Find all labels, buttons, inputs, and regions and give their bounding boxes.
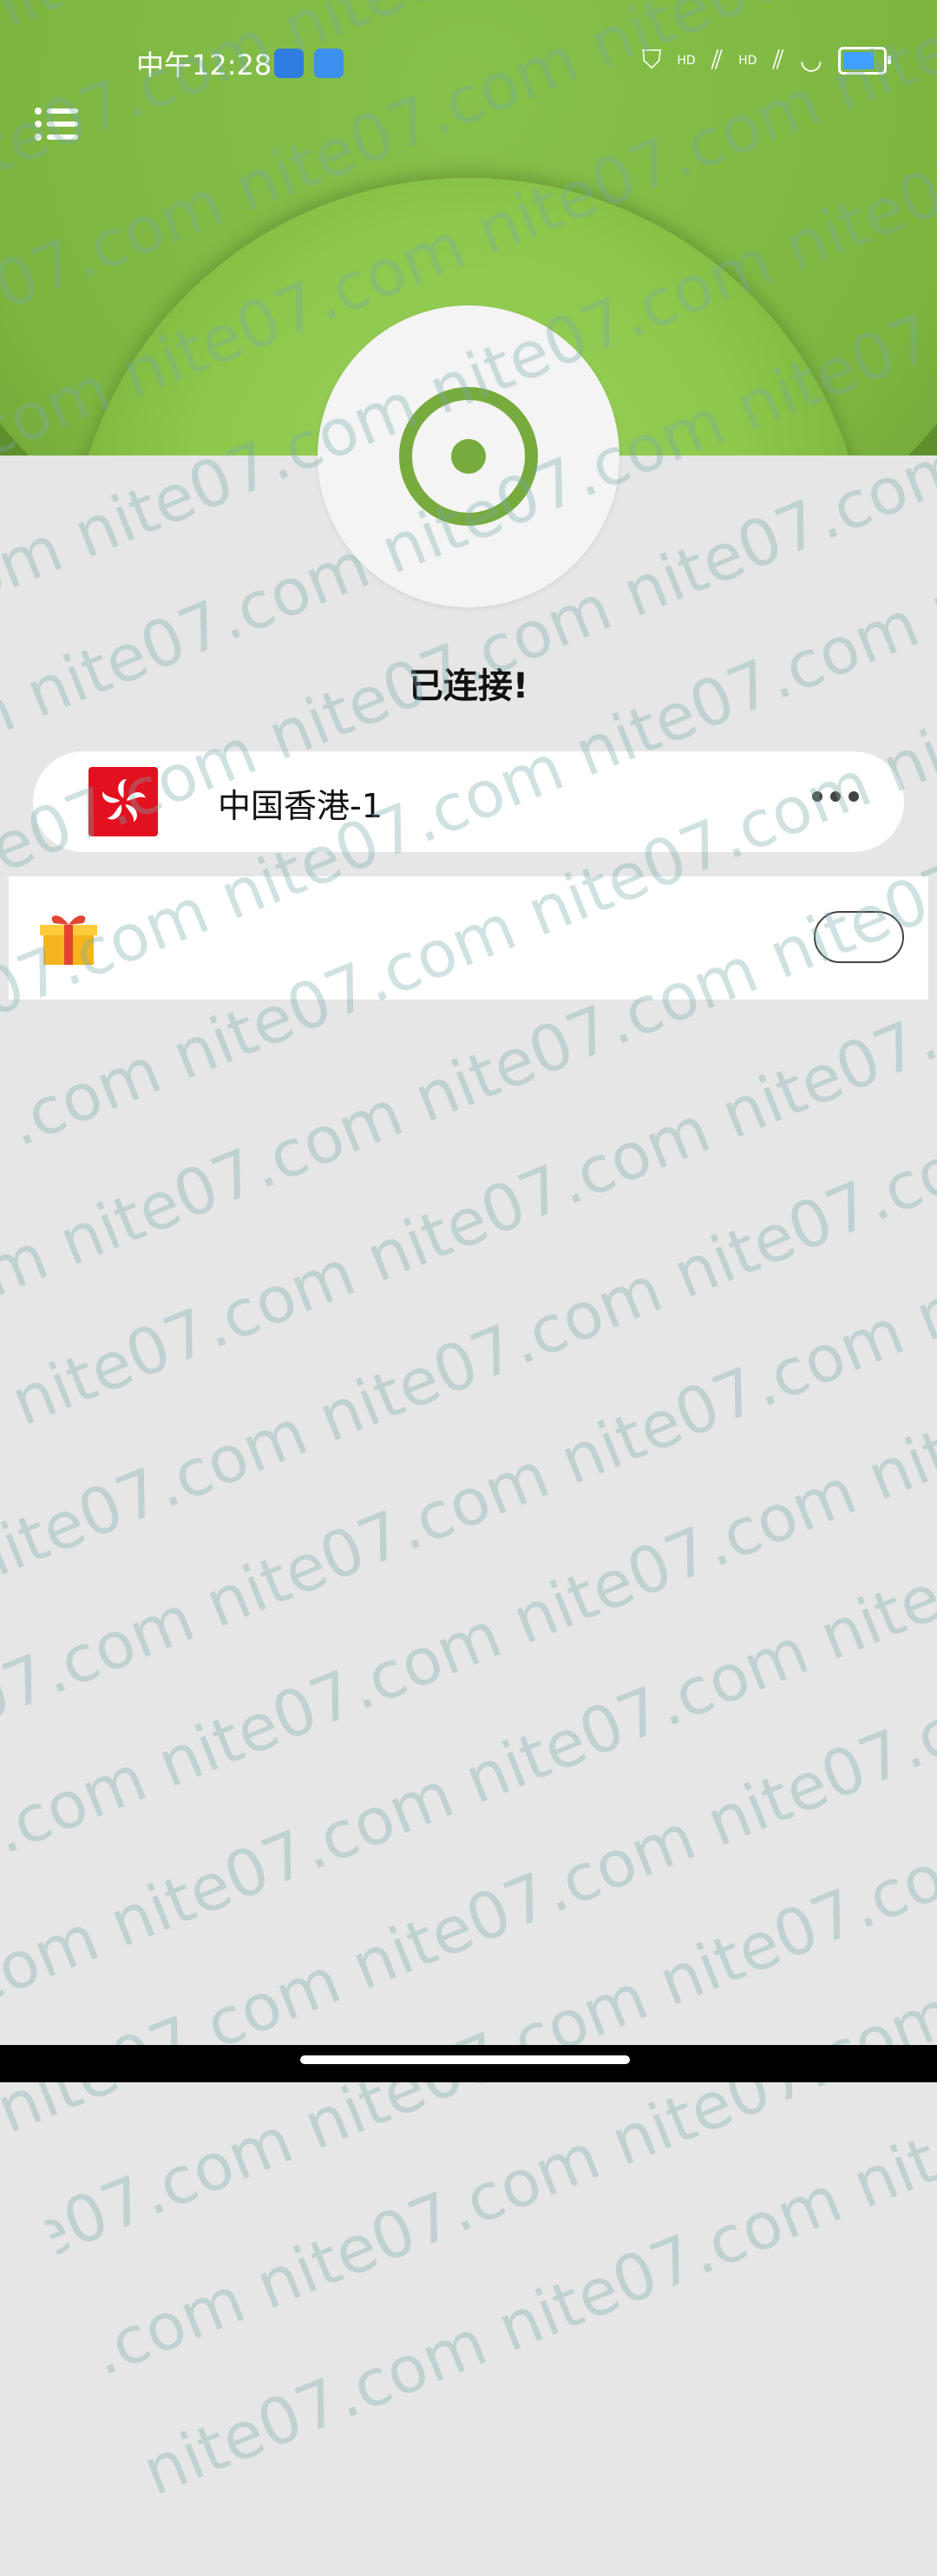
gift-icon[interactable] bbox=[38, 908, 99, 968]
promo-card bbox=[9, 876, 928, 1000]
more-options-button[interactable] bbox=[812, 791, 859, 802]
app-notification-icon bbox=[274, 49, 304, 78]
server-name: 中国香港-1 bbox=[218, 787, 383, 825]
vpn-notification-icon bbox=[314, 49, 344, 78]
vpn-shield-icon: ⛉ bbox=[641, 45, 662, 75]
wifi-icon: ◡ bbox=[799, 45, 822, 75]
battery-icon bbox=[838, 46, 891, 75]
signal-icon-2: ⫽ bbox=[772, 45, 784, 75]
menu-button[interactable] bbox=[35, 104, 78, 144]
hd-badge-2: HD bbox=[738, 53, 757, 68]
home-gesture-handle[interactable] bbox=[300, 2055, 630, 2064]
connect-button[interactable] bbox=[318, 305, 619, 607]
hong-kong-flag-icon bbox=[88, 767, 158, 836]
status-bar: 中午12:28 ⛉ HD ⫽ HD ⫽ ◡ bbox=[0, 0, 937, 121]
promo-toggle[interactable] bbox=[814, 911, 904, 963]
connection-status: 已连接! bbox=[408, 666, 529, 706]
signal-icon-1: ⫽ bbox=[711, 45, 724, 75]
menu-icon bbox=[35, 108, 78, 115]
navigation-bar bbox=[0, 2045, 937, 2082]
status-time: 中午12:28 bbox=[136, 49, 272, 82]
status-icons: ⛉ HD ⫽ HD ⫽ ◡ bbox=[641, 45, 891, 75]
more-dot-icon bbox=[812, 791, 822, 802]
hd-badge-1: HD bbox=[677, 53, 696, 68]
power-dot-icon bbox=[451, 439, 486, 474]
server-selector[interactable]: 中国香港-1 bbox=[33, 751, 904, 852]
